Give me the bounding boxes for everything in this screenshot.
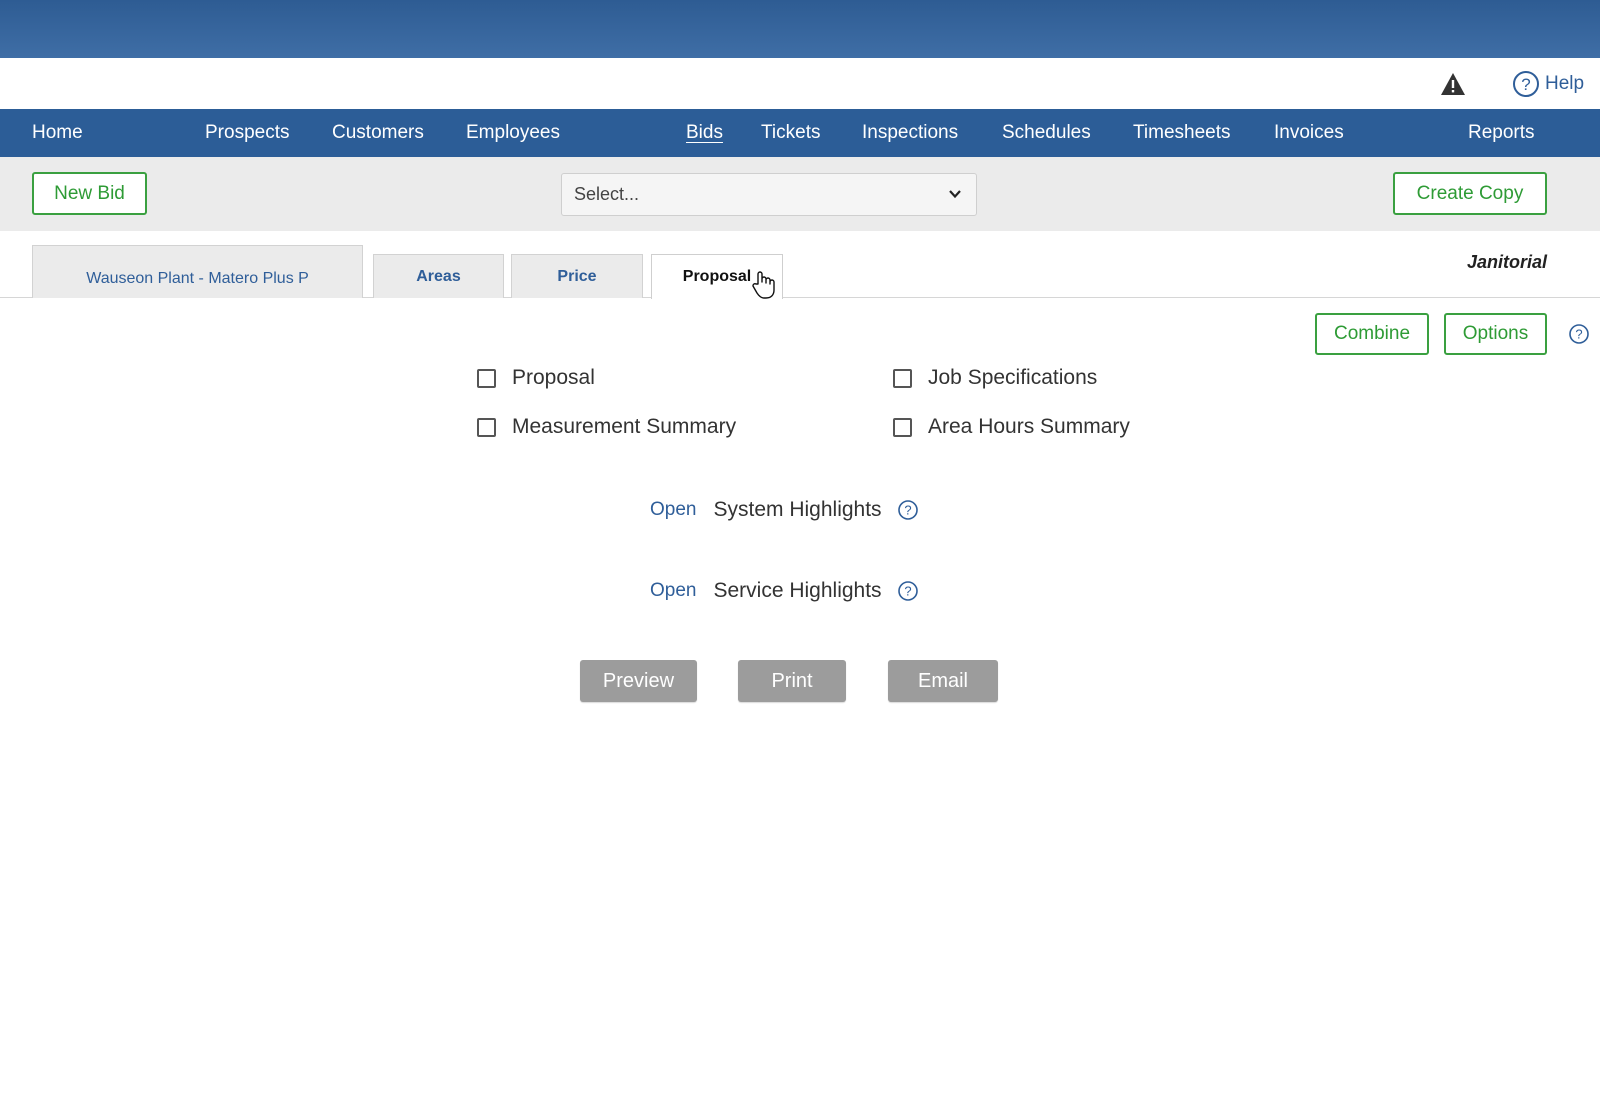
measurement-summary-checkbox[interactable] (477, 417, 496, 437)
service-highlights-row: Open Service Highlights ? (650, 579, 919, 603)
nav-reports-label: Reports (1468, 122, 1535, 143)
measurement-summary-checkbox-label: Measurement Summary (512, 415, 737, 438)
nav-tickets[interactable]: Tickets (761, 109, 820, 157)
nav-reports[interactable]: Reports (1468, 109, 1535, 157)
create-copy-button[interactable]: Create Copy (1393, 172, 1547, 215)
help-link[interactable]: ? Help (1512, 70, 1584, 98)
svg-text:?: ? (1521, 75, 1530, 94)
tab-bid-name[interactable]: Wauseon Plant - Matero Plus P (32, 245, 363, 298)
nav-bids[interactable]: Bids (686, 109, 723, 157)
system-highlights-row: Open System Highlights ? (650, 498, 919, 522)
proposal-checkbox[interactable] (477, 368, 496, 388)
bid-select[interactable]: Select... (561, 173, 977, 216)
nav-home-label: Home (32, 122, 83, 143)
nav-schedules-label: Schedules (1002, 122, 1091, 143)
nav-bids-label: Bids (686, 122, 723, 143)
tab-areas[interactable]: Areas (373, 254, 504, 298)
nav-employees[interactable]: Employees (466, 109, 560, 157)
nav-invoices[interactable]: Invoices (1274, 109, 1344, 157)
combine-button[interactable]: Combine (1315, 313, 1429, 355)
job-specifications-checkbox[interactable] (893, 368, 912, 388)
service-highlights-label: Service Highlights (713, 579, 882, 602)
area-hours-summary-checkbox-row[interactable]: Area Hours Summary (893, 415, 1130, 439)
svg-text:?: ? (904, 584, 911, 599)
service-highlights-open-link[interactable]: Open (650, 580, 696, 602)
email-button[interactable]: Email (888, 660, 998, 702)
nav-customers[interactable]: Customers (332, 109, 424, 157)
nav-customers-label: Customers (332, 122, 424, 143)
job-specifications-checkbox-row[interactable]: Job Specifications (893, 366, 1097, 390)
utility-bar (0, 58, 1600, 109)
hand-cursor-icon (752, 271, 775, 299)
top-banner (0, 0, 1600, 58)
nav-employees-label: Employees (466, 122, 560, 143)
nav-prospects[interactable]: Prospects (205, 109, 289, 157)
system-highlights-open-link[interactable]: Open (650, 499, 696, 521)
nav-inspections-label: Inspections (862, 122, 959, 143)
measurement-summary-checkbox-row[interactable]: Measurement Summary (477, 415, 736, 439)
job-specifications-checkbox-label: Job Specifications (928, 366, 1098, 389)
warning-icon[interactable] (1440, 72, 1466, 96)
bid-select-value: Select... (574, 184, 640, 204)
chevron-down-icon (949, 190, 961, 199)
nav-inspections[interactable]: Inspections (862, 109, 958, 157)
system-highlights-label: System Highlights (713, 498, 882, 521)
area-hours-summary-checkbox[interactable] (893, 417, 912, 437)
category-label: Janitorial (1466, 252, 1547, 272)
nav-home[interactable]: Home (32, 109, 83, 157)
print-button[interactable]: Print (738, 660, 846, 702)
options-button[interactable]: Options (1444, 313, 1547, 355)
nav-timesheets[interactable]: Timesheets (1133, 109, 1231, 157)
nav-prospects-label: Prospects (205, 122, 290, 143)
help-icon: ? (1513, 71, 1539, 97)
proposal-checkbox-row[interactable]: Proposal (477, 366, 595, 390)
nav-tickets-label: Tickets (761, 122, 821, 143)
help-icon[interactable]: ? (1568, 323, 1590, 345)
proposal-checkbox-label: Proposal (512, 366, 595, 389)
tab-price[interactable]: Price (511, 254, 643, 298)
svg-text:?: ? (904, 503, 911, 518)
nav-timesheets-label: Timesheets (1133, 122, 1231, 143)
nav-schedules[interactable]: Schedules (1002, 109, 1091, 157)
preview-button[interactable]: Preview (580, 660, 697, 702)
help-icon[interactable]: ? (897, 499, 919, 521)
help-icon[interactable]: ? (897, 580, 919, 602)
help-label: Help (1545, 73, 1585, 94)
new-bid-button[interactable]: New Bid (32, 172, 147, 215)
nav-invoices-label: Invoices (1274, 122, 1344, 143)
main-nav: Home Prospects Customers Employees Bids … (0, 109, 1600, 157)
area-hours-summary-checkbox-label: Area Hours Summary (928, 415, 1130, 438)
svg-text:?: ? (1575, 327, 1582, 342)
